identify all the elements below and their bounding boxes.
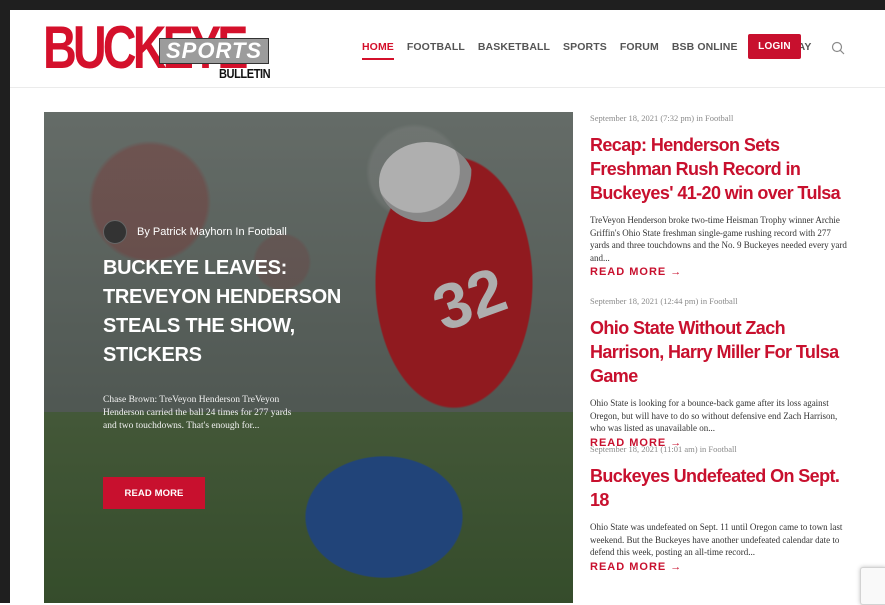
post-item: September 18, 2021 (11:01 am) in Footbal… (590, 444, 852, 574)
hero-read-more-button[interactable]: READ MORE (103, 477, 205, 509)
hero-excerpt: Chase Brown: TreVeyon Henderson TreVeyon… (103, 395, 292, 431)
site-logo[interactable]: BUCKEYE SPORTS BULLETIN (43, 16, 273, 82)
site-header: BUCKEYE SPORTS BULLETIN HOME FOOTBALL BA… (10, 10, 885, 88)
post-excerpt: Ohio State is looking for a bounce-back … (590, 398, 838, 433)
post-meta: September 18, 2021 (11:01 am) in Footbal… (590, 444, 737, 454)
post-excerpt: Ohio State was undefeated on Sept. 11 un… (590, 522, 843, 557)
featured-article[interactable]: 32 By Patrick Mayhorn In Football BUCKEY… (44, 112, 573, 603)
window-frame-top (0, 0, 885, 10)
post-meta: September 18, 2021 (7:32 pm) in Football (590, 113, 734, 123)
post-title[interactable]: Recap: Henderson Sets Freshman Rush Reco… (590, 133, 852, 205)
search-icon[interactable] (831, 41, 845, 55)
post-meta: September 18, 2021 (12:44 pm) in Footbal… (590, 296, 738, 306)
window-frame-left (0, 0, 10, 603)
logo-bulletin: BULLETIN (219, 66, 271, 81)
nav-forum[interactable]: FORUM (620, 40, 659, 60)
logo-sports-tag: SPORTS (159, 38, 270, 64)
nav-home[interactable]: HOME (362, 40, 394, 60)
post-read-more-link[interactable]: READ MORE → (590, 560, 852, 574)
nav-sports[interactable]: SPORTS (563, 40, 607, 60)
post-item: September 18, 2021 (7:32 pm) in Football… (590, 113, 852, 279)
nav-bsb-online[interactable]: BSB ONLINE (672, 40, 738, 60)
post-excerpt: TreVeyon Henderson broke two-time Heisma… (590, 215, 847, 263)
hero-author-row: By Patrick Mayhorn In Football (103, 220, 287, 244)
nav-football[interactable]: FOOTBALL (407, 40, 465, 60)
post-item: September 18, 2021 (12:44 pm) in Footbal… (590, 296, 852, 450)
hero-title[interactable]: BUCKEYE LEAVES: TREVEYON HENDERSON STEAL… (103, 254, 363, 370)
nav-basketball[interactable]: BASKETBALL (478, 40, 550, 60)
author-avatar (103, 220, 127, 244)
post-title[interactable]: Buckeyes Undefeated On Sept. 18 (590, 464, 852, 512)
post-title[interactable]: Ohio State Without Zach Harrison, Harry … (590, 316, 852, 388)
recaptcha-badge[interactable] (860, 567, 885, 605)
hero-author[interactable]: By Patrick Mayhorn In Football (137, 226, 287, 238)
post-read-more-link[interactable]: READ MORE → (590, 265, 852, 279)
login-button[interactable]: LOGIN (748, 34, 801, 59)
